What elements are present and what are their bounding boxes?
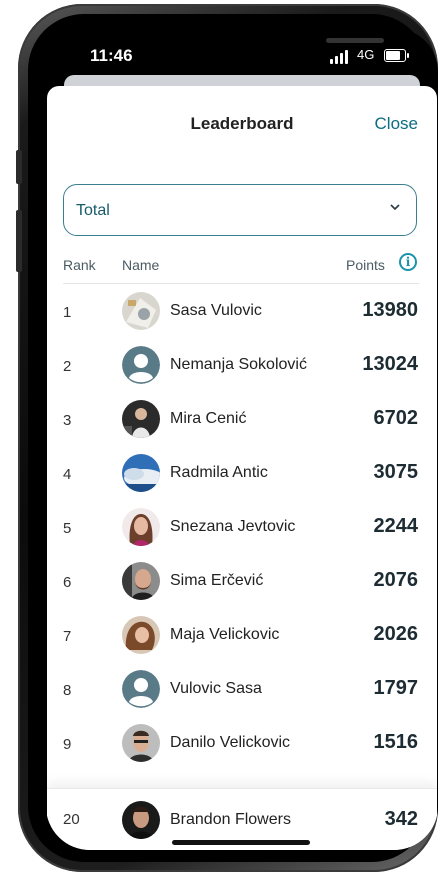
row-points: 1516 — [373, 731, 419, 753]
avatar — [122, 562, 160, 600]
leaderboard-row[interactable]: 7 Maja Velickovic 2026 — [47, 609, 437, 663]
row-name: Sima Erčević — [170, 572, 264, 589]
status-time: 11:46 — [90, 46, 133, 65]
row-name: Maja Velickovic — [170, 626, 280, 643]
row-points: 13980 — [362, 299, 418, 321]
avatar-placeholder-icon — [122, 670, 160, 708]
row-points: 2026 — [373, 623, 419, 645]
row-name: Nemanja Sokolović — [170, 356, 307, 373]
row-rank: 9 — [63, 736, 72, 753]
name-column-header: Name — [122, 257, 160, 273]
avatar — [122, 801, 160, 839]
row-name: Vulovic Sasa — [170, 680, 262, 697]
dropdown-selected-value: Total — [76, 202, 110, 219]
phone-screen: 11:46 4G Leaderboard Close Total Rank Na… — [46, 28, 438, 850]
row-name: Snezana Jevtovic — [170, 518, 296, 535]
row-rank: 6 — [63, 574, 72, 591]
avatar — [122, 724, 160, 762]
row-points: 13024 — [362, 353, 418, 375]
speaker — [326, 38, 384, 43]
avatar — [122, 616, 160, 654]
row-points: 2076 — [373, 569, 419, 591]
row-points: 342 — [384, 808, 418, 830]
row-rank: 8 — [63, 682, 72, 699]
row-rank: 1 — [63, 304, 72, 321]
network-type: 4G — [357, 47, 375, 62]
avatar — [122, 454, 160, 492]
close-button[interactable]: Close — [375, 114, 418, 134]
row-points: 3075 — [373, 461, 419, 483]
leaderboard-row[interactable]: 4 Radmila Antic 3075 — [47, 447, 437, 501]
row-rank: 7 — [63, 628, 72, 645]
battery-icon — [384, 49, 409, 62]
leaderboard-row[interactable]: 1 Sasa Vulovic 13980 — [47, 285, 437, 339]
row-name: Sasa Vulovic — [170, 302, 262, 319]
row-rank: 2 — [63, 358, 72, 375]
row-points: 6702 — [373, 407, 419, 429]
leaderboard-row[interactable]: 2 Nemanja Sokolović 13024 — [47, 339, 437, 393]
avatar — [122, 400, 160, 438]
points-column-header: Points — [346, 257, 385, 273]
volume-up-button — [16, 210, 22, 272]
avatar — [122, 292, 160, 330]
signal-icon — [330, 50, 348, 64]
leaderboard-row[interactable]: 5 Snezana Jevtovic 2244 — [47, 501, 437, 555]
chevron-down-icon — [390, 203, 400, 211]
mute-switch — [16, 150, 22, 184]
notch — [158, 28, 384, 62]
row-name: Brandon Flowers — [170, 811, 291, 828]
leaderboard-row[interactable]: 9 Danilo Velickovic 1516 — [47, 717, 437, 771]
leaderboard-sheet: Leaderboard Close Total Rank Name Points… — [47, 86, 437, 850]
leaderboard-row[interactable]: 3 Mira Cenić 6702 — [47, 393, 437, 447]
row-rank: 3 — [63, 412, 72, 429]
row-points: 1797 — [373, 677, 419, 699]
period-dropdown[interactable]: Total — [63, 184, 417, 236]
rank-column-header: Rank — [63, 257, 96, 273]
header-divider — [63, 283, 419, 284]
leaderboard-row[interactable]: 6 Sima Erčević 2076 — [47, 555, 437, 609]
row-name: Mira Cenić — [170, 410, 247, 427]
row-rank: 5 — [63, 520, 72, 537]
row-name: Danilo Velickovic — [170, 734, 291, 751]
avatar-placeholder-icon — [122, 346, 160, 384]
row-name: Radmila Antic — [170, 464, 268, 481]
home-indicator[interactable] — [172, 840, 310, 845]
info-icon[interactable]: i — [399, 253, 417, 271]
row-rank: 20 — [63, 811, 80, 828]
leaderboard-row[interactable]: 8 Vulovic Sasa 1797 — [47, 663, 437, 717]
row-points: 2244 — [373, 515, 419, 537]
avatar — [122, 508, 160, 546]
row-rank: 4 — [63, 466, 72, 483]
